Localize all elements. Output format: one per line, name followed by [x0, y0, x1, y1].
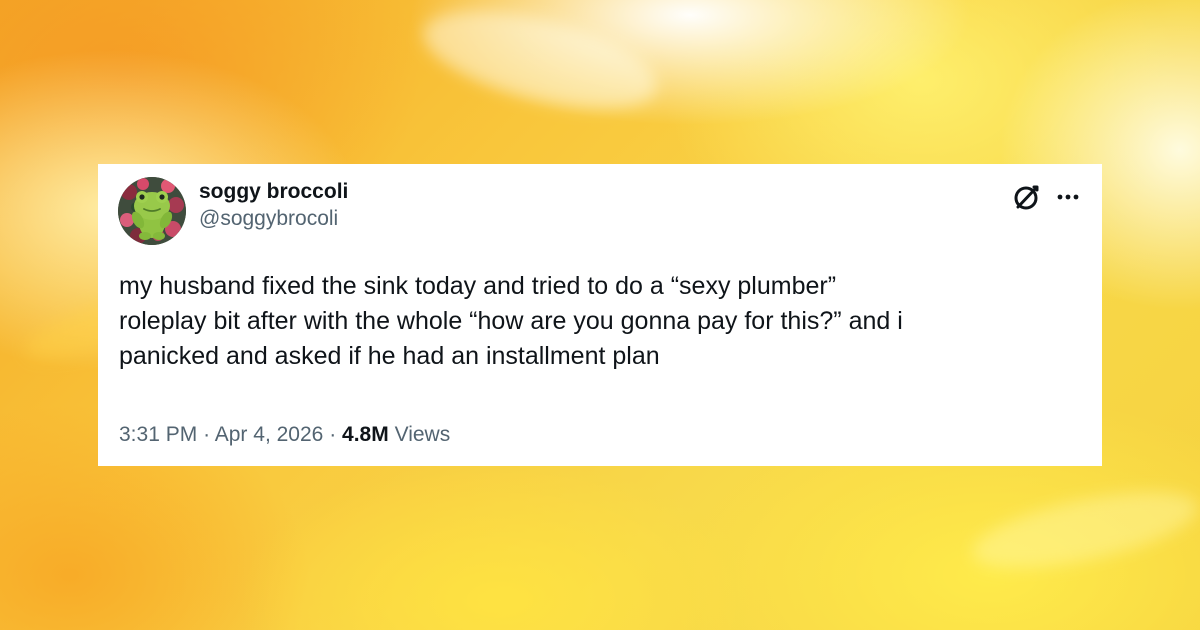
background-light-streak: [413, 0, 667, 128]
more-options-button[interactable]: [1053, 182, 1083, 212]
metadata-separator: ·: [203, 423, 211, 446]
more-dots-icon: [1057, 194, 1079, 200]
tweet-author: soggy broccoli @soggybrocoli: [199, 178, 348, 232]
tweet-time[interactable]: 3:31 PM: [119, 423, 197, 446]
tweet-text: my husband fixed the sink today and trie…: [119, 272, 903, 370]
views-label: Views: [394, 423, 451, 446]
tweet-card: soggy broccoli @soggybrocoli my husband …: [98, 164, 1102, 466]
tweet-metadata: 3:31 PM · Apr 4, 2026 · 4.8M Views: [119, 421, 450, 449]
metadata-separator: ·: [329, 423, 337, 446]
background-light-streak: [966, 476, 1200, 584]
tweet-header-actions: [1010, 180, 1083, 214]
tweet-date[interactable]: Apr 4, 2026: [215, 423, 324, 446]
profile-avatar[interactable]: [118, 177, 186, 245]
user-handle[interactable]: @soggybrocoli: [199, 206, 348, 232]
views-count: 4.8M: [342, 423, 389, 446]
display-name[interactable]: soggy broccoli: [199, 178, 348, 205]
grok-icon[interactable]: [1010, 180, 1044, 214]
